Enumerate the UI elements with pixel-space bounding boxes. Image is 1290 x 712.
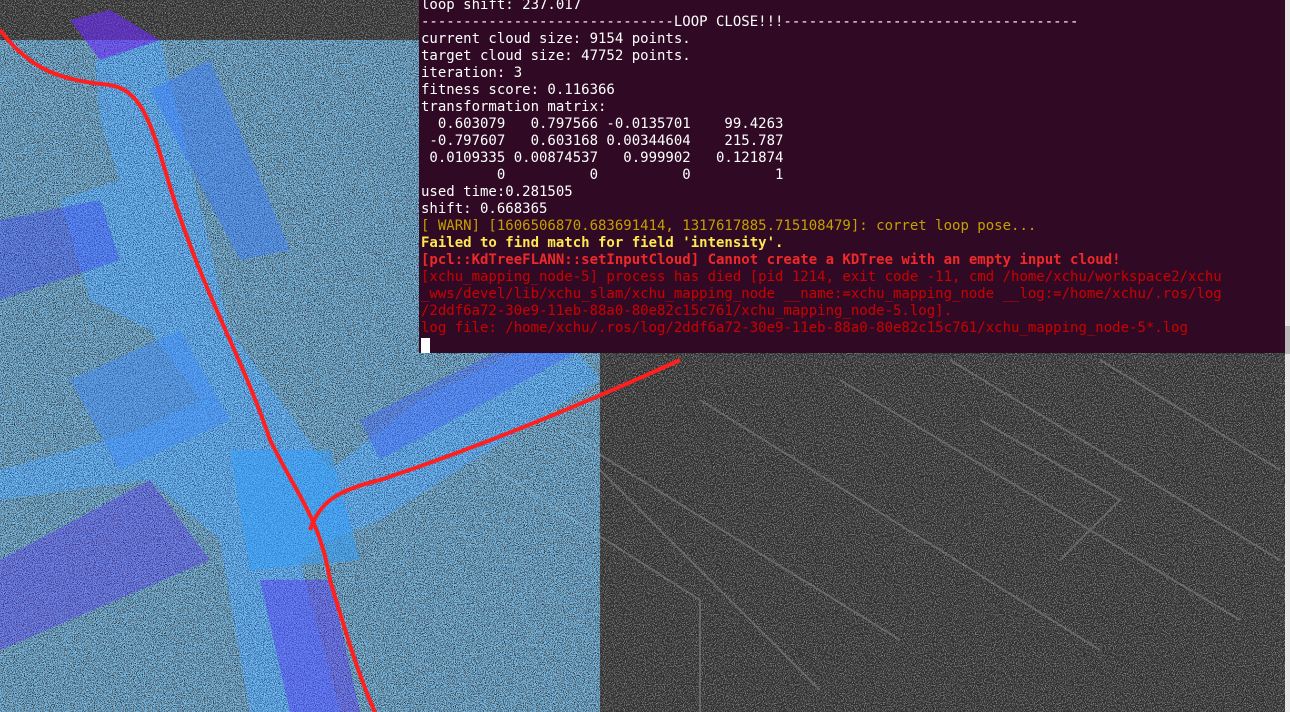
terminal-line: [ WARN] [1606506870.683691414, 131761788…: [421, 218, 1037, 234]
terminal-line: current cloud size: 9154 points.: [421, 31, 691, 47]
terminal-line: [pcl::KdTreeFLANN::setInputCloud] Cannot…: [421, 252, 1121, 268]
terminal-line: log file: /home/xchu/.ros/log/2ddf6a72-3…: [421, 320, 1189, 336]
terminal-line: loop shift: 237.017: [421, 0, 582, 13]
terminal-line: target cloud size: 47752 points.: [421, 48, 691, 64]
terminal-line: used time:0.281505: [421, 184, 573, 200]
terminal-cursor: [421, 338, 430, 353]
scrollbar[interactable]: [1285, 0, 1290, 712]
terminal-line: iteration: 3: [421, 65, 523, 81]
terminal-line: 0.0109335 0.00874537 0.999902 0.121874: [421, 150, 784, 166]
terminal-line: /2ddf6a72-30e9-11eb-88a0-80e82c15c761/xc…: [421, 303, 953, 319]
scrollbar-thumb[interactable]: [1285, 326, 1290, 354]
terminal-output: loop shift: 237.017 ---------------------…: [421, 0, 1222, 353]
terminal-line: fitness score: 0.116366: [421, 82, 615, 98]
terminal-prompt-line[interactable]: [421, 337, 1222, 353]
terminal-line: 0.603079 0.797566 -0.0135701 99.4263: [421, 116, 784, 132]
terminal-line: ------------------------------LOOP CLOSE…: [421, 14, 1079, 30]
terminal-line: 0 0 0 1: [421, 167, 784, 183]
terminal-line: Failed to find match for field 'intensit…: [421, 235, 784, 251]
terminal-line: shift: 0.668365: [421, 201, 548, 217]
terminal-line: _wws/devel/lib/xchu_slam/xchu_mapping_no…: [421, 286, 1222, 302]
terminal-line: -0.797607 0.603168 0.00344604 215.787: [421, 133, 784, 149]
terminal-window[interactable]: loop shift: 237.017 ---------------------…: [419, 0, 1285, 353]
terminal-line: [xchu_mapping_node-5] process has died […: [421, 269, 1222, 285]
terminal-line: transformation matrix:: [421, 99, 607, 115]
